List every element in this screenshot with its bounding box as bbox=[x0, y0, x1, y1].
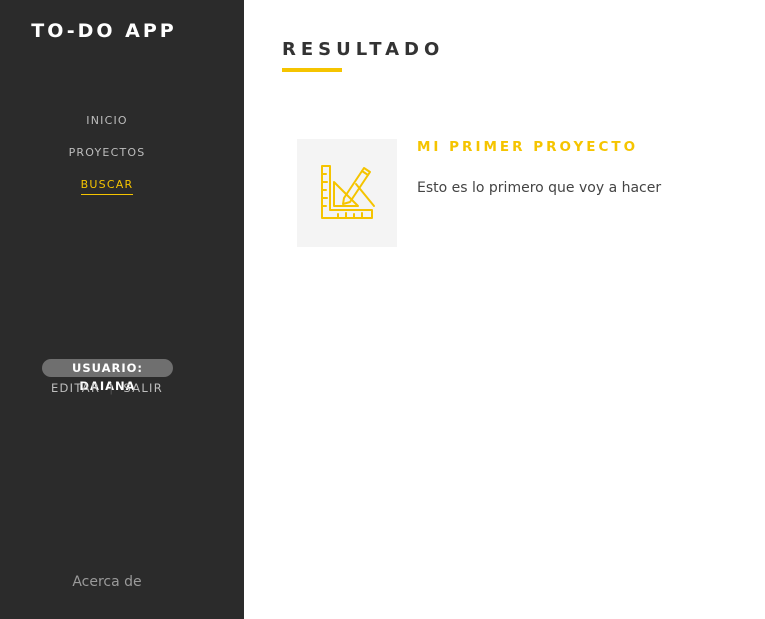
result-card[interactable]: MI PRIMER PROYECTO Esto es lo primero qu… bbox=[297, 139, 757, 249]
nav-item-label: PROYECTOS bbox=[68, 146, 146, 159]
user-badge: USUARIO: DAIANA bbox=[42, 359, 173, 393]
title-underline bbox=[282, 68, 342, 72]
nav-item-inicio[interactable]: INICIO bbox=[0, 112, 214, 144]
actions-separator: | bbox=[109, 381, 115, 395]
main-nav: INICIO PROYECTOS BUSCAR bbox=[0, 112, 214, 208]
nav-item-buscar[interactable]: BUSCAR bbox=[0, 176, 214, 208]
nav-item-label: BUSCAR bbox=[80, 177, 134, 195]
logout-link[interactable]: SALIR bbox=[123, 381, 163, 395]
edit-user-link[interactable]: EDITAR bbox=[51, 381, 100, 395]
ruler-pencil-icon bbox=[321, 165, 375, 219]
result-description: Esto es lo primero que voy a hacer bbox=[417, 180, 662, 196]
about-link[interactable]: Acerca de bbox=[0, 574, 214, 590]
nav-item-proyectos[interactable]: PROYECTOS bbox=[0, 144, 214, 176]
nav-item-label: INICIO bbox=[86, 114, 128, 127]
project-thumbnail bbox=[297, 139, 397, 247]
app-brand[interactable]: TO-DO APP bbox=[0, 20, 208, 42]
page-title: RESULTADO bbox=[282, 39, 445, 60]
main-content: RESULTADO MI PRIMER PROYECTO Esto es lo … bbox=[244, 0, 765, 619]
result-title[interactable]: MI PRIMER PROYECTO bbox=[417, 139, 638, 155]
user-actions: EDITAR | SALIR bbox=[0, 381, 214, 395]
sidebar: TO-DO APP INICIO PROYECTOS BUSCAR USUARI… bbox=[0, 0, 244, 619]
